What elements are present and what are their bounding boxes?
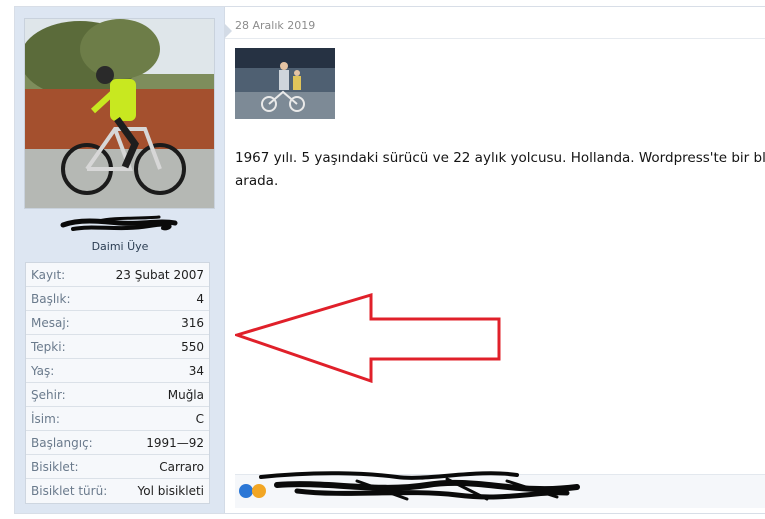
stat-value: 23 Şubat 2007 [115,267,204,282]
user-avatar[interactable] [24,18,215,209]
post-date[interactable]: 28 Aralık 2019 [235,19,315,32]
post-text-line: 1967 yılı. 5 yaşındaki sürücü ve 22 aylı… [235,150,765,166]
post-text-line: arada. [235,173,279,189]
stat-label: Tepki: [31,339,66,354]
stat-label: Bisiklet türü: [31,484,108,498]
like-reaction-icon[interactable] [239,484,253,498]
stat-row: Başlangıç: 1991—92 [26,431,209,455]
stat-label: Kayıt: [31,267,66,282]
stat-label: Başlangıç: [31,435,93,450]
stat-row: Başlık: 4 [26,287,209,311]
stat-label: İsim: [31,411,60,426]
redacted-username [60,215,178,231]
stat-row: Mesaj: 316 [26,311,209,335]
stat-value[interactable]: 316 [181,316,204,330]
stat-value: C [195,411,204,426]
stat-value: Muğla [167,387,204,402]
stat-row: Yaş: 34 [26,359,209,383]
stat-row: İsim: C [26,407,209,431]
stat-row: Kayıt: 23 Şubat 2007 [26,263,209,287]
stat-row: Bisiklet türü: Yol bisikleti [26,479,209,503]
stat-value: 1991—92 [146,435,204,450]
stat-row: Tepki: 550 [26,335,209,359]
stat-label: Mesaj: [31,315,70,330]
post-body: 1967 yılı. 5 yaşındaki sürücü ve 22 aylı… [235,147,765,193]
stat-label: Başlık: [31,291,71,306]
stat-value: 34 [188,363,204,378]
message-pointer [224,23,232,39]
stat-row: Bisiklet: Carraro [26,455,209,479]
stat-label: Şehir: [31,387,66,402]
user-title: Daimi Üye [91,240,149,253]
stat-value[interactable]: 4 [196,292,204,306]
stat-row: Şehir: Muğla [26,383,209,407]
header-divider [225,38,765,39]
stat-value: Carraro [159,459,204,474]
message-post: Daimi Üye Kayıt: 23 Şubat 2007 Başlık: 4 M… [14,6,765,514]
reactions-bar [235,471,765,508]
annotation-arrow [235,293,501,383]
user-info-panel: Daimi Üye Kayıt: 23 Şubat 2007 Başlık: 4 M… [15,7,225,513]
stat-value: Yol bisikleti [137,484,204,498]
stat-label: Yaş: [31,363,55,378]
stat-value: 550 [181,339,204,354]
attachment-thumbnail[interactable] [235,48,335,119]
user-stats: Kayıt: 23 Şubat 2007 Başlık: 4 Mesaj: 316 T… [25,262,210,504]
stat-label: Bisiklet: [31,459,79,474]
redacted-reactors [259,471,580,501]
